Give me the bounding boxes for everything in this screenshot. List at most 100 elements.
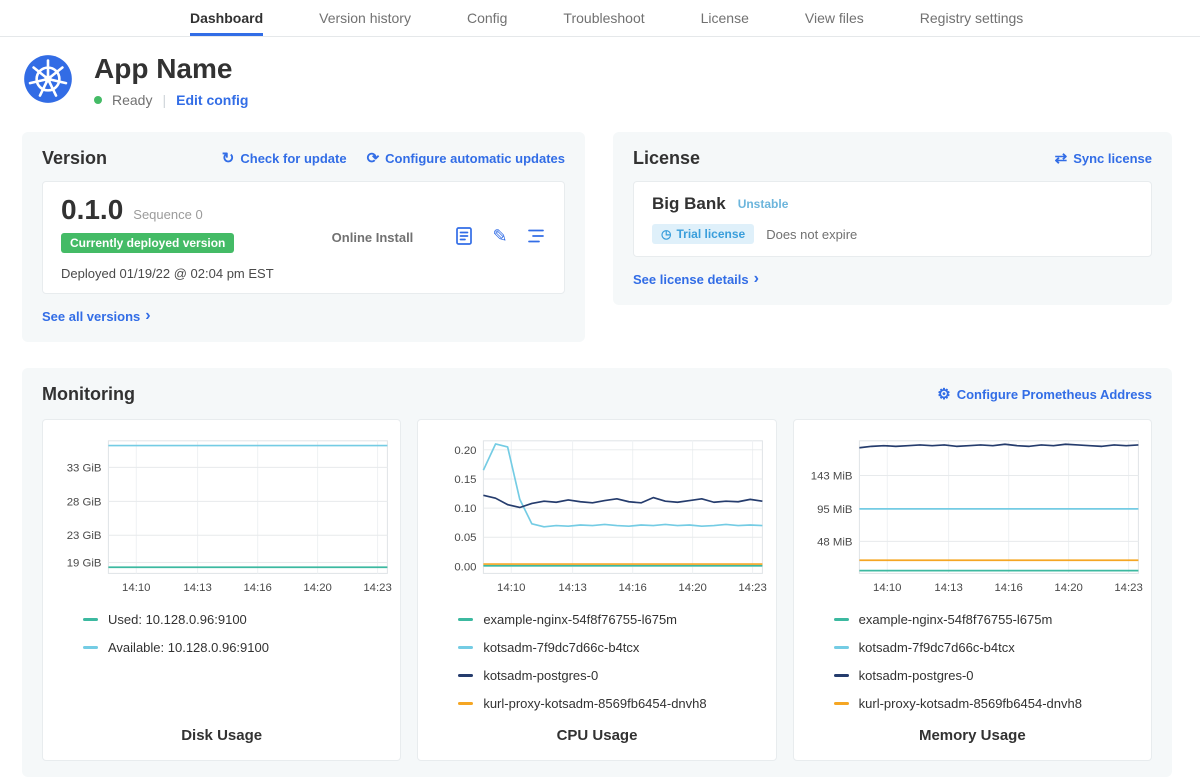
legend-swatch-icon [83,618,98,621]
channel-label: Unstable [738,197,789,211]
install-type-label: Online Install [332,230,414,245]
legend-label: example-nginx-54f8f76755-l675m [483,612,677,627]
summary-cards-row: Version ↻ Check for update ⟳ Configure a… [22,132,1172,342]
legend-label: kotsadm-postgres-0 [483,668,598,683]
legend-item: kotsadm-postgres-0 [834,668,1143,683]
sync-license-link[interactable]: ⇄ Sync license [1055,151,1152,166]
clock-icon: ◷ [661,227,671,241]
svg-text:14:13: 14:13 [559,582,587,594]
svg-text:0.00: 0.00 [455,561,477,573]
license-card: License ⇄ Sync license Big Bank Unstable… [613,132,1172,305]
kubernetes-logo-icon [22,53,74,105]
check-for-update-link[interactable]: ↻ Check for update [222,151,347,166]
legend-item: kotsadm-7f9dc7d66c-b4tcx [458,640,767,655]
svg-text:28 GiB: 28 GiB [67,496,102,508]
release-notes-icon[interactable] [454,226,474,246]
app-header: App Name Ready | Edit config [22,53,1200,108]
tab-dashboard[interactable]: Dashboard [190,0,263,36]
see-all-versions-link[interactable]: See all versions › [42,308,151,324]
legend-swatch-icon [834,618,849,621]
sequence-label: Sequence 0 [133,207,202,222]
legend-label: example-nginx-54f8f76755-l675m [859,612,1053,627]
svg-text:14:16: 14:16 [994,582,1022,594]
legend-item: kurl-proxy-kotsadm-8569fb6454-dnvh8 [834,696,1143,711]
app-status-text: Ready [112,92,152,108]
svg-text:14:13: 14:13 [183,582,211,594]
legend-item: kotsadm-7f9dc7d66c-b4tcx [834,640,1143,655]
tab-license[interactable]: License [701,0,749,36]
license-card-title: License [633,148,700,169]
divider: | [162,92,166,108]
legend-item: kotsadm-postgres-0 [458,668,767,683]
svg-text:14:16: 14:16 [243,582,271,594]
legend-label: Used: 10.128.0.96:9100 [108,612,247,627]
app-name-title: App Name [94,53,248,85]
memory-usage-plot: 14:1014:1314:1614:2014:2348 MiB95 MiB143… [802,432,1143,600]
refresh-icon: ↻ [222,151,235,166]
legend-swatch-icon [458,702,473,705]
tab-registry-settings[interactable]: Registry settings [920,0,1023,36]
legend-swatch-icon [458,618,473,621]
svg-text:14:23: 14:23 [363,582,391,594]
svg-text:14:23: 14:23 [1114,582,1142,594]
legend-item: example-nginx-54f8f76755-l675m [834,612,1143,627]
gear-icon: ⚙ [937,387,950,402]
tab-config[interactable]: Config [467,0,507,36]
chart-title: Memory Usage [802,727,1143,746]
edit-config-link[interactable]: Edit config [176,92,248,108]
legend-label: kurl-proxy-kotsadm-8569fb6454-dnvh8 [859,696,1082,711]
legend-swatch-icon [834,674,849,677]
chart-memory-usage: 14:1014:1314:1614:2014:2348 MiB95 MiB143… [793,419,1152,761]
tab-view-files[interactable]: View files [805,0,864,36]
sync-license-label: Sync license [1073,151,1152,166]
license-detail-box: Big Bank Unstable ◷ Trial license Does n… [633,181,1152,257]
edit-patch-icon[interactable]: ✎ [490,226,510,246]
legend-item: Used: 10.128.0.96:9100 [83,612,392,627]
chart-title: Disk Usage [51,727,392,746]
chart-disk-usage: 14:1014:1314:1614:2014:2319 GiB23 GiB28 … [42,419,401,761]
legend-item: example-nginx-54f8f76755-l675m [458,612,767,627]
svg-text:14:13: 14:13 [934,582,962,594]
configure-prometheus-label: Configure Prometheus Address [957,387,1152,402]
tab-troubleshoot[interactable]: Troubleshoot [563,0,644,36]
svg-text:95 MiB: 95 MiB [817,504,852,516]
configure-prometheus-link[interactable]: ⚙ Configure Prometheus Address [937,387,1152,402]
svg-text:14:10: 14:10 [122,582,150,594]
check-for-update-label: Check for update [240,151,346,166]
trial-license-badge: ◷ Trial license [652,224,754,244]
svg-text:23 GiB: 23 GiB [67,530,102,542]
legend-swatch-icon [834,646,849,649]
charts-row: 14:1014:1314:1614:2014:2319 GiB23 GiB28 … [42,419,1152,761]
chevron-right-icon: › [145,308,150,324]
svg-text:14:20: 14:20 [303,582,331,594]
legend-swatch-icon [458,646,473,649]
configure-automatic-updates-link[interactable]: ⟳ Configure automatic updates [367,151,565,166]
deployed-timestamp: Deployed 01/19/22 @ 02:04 pm EST [61,266,274,281]
disk-usage-plot: 14:1014:1314:1614:2014:2319 GiB23 GiB28 … [51,432,392,600]
license-expiration-text: Does not expire [766,227,857,242]
svg-text:0.10: 0.10 [455,503,477,515]
app-header-text: App Name Ready | Edit config [94,53,248,108]
see-license-details-label: See license details [633,272,749,287]
chevron-right-icon: › [754,271,759,287]
legend-swatch-icon [834,702,849,705]
svg-text:143 MiB: 143 MiB [810,470,852,482]
chart-cpu-usage: 14:1014:1314:1614:2014:230.000.050.100.1… [417,419,776,761]
svg-text:14:20: 14:20 [679,582,707,594]
see-license-details-link[interactable]: See license details › [633,271,759,287]
svg-text:14:10: 14:10 [497,582,525,594]
configure-automatic-updates-label: Configure automatic updates [385,151,565,166]
legend-swatch-icon [458,674,473,677]
diff-icon[interactable] [526,226,546,246]
auto-update-icon: ⟳ [367,151,380,166]
svg-text:48 MiB: 48 MiB [817,536,852,548]
chart-legend: example-nginx-54f8f76755-l675m kotsadm-7f… [802,612,1143,724]
chart-legend: example-nginx-54f8f76755-l675m kotsadm-7f… [426,612,767,724]
legend-label: kotsadm-7f9dc7d66c-b4tcx [859,640,1015,655]
tab-version-history[interactable]: Version history [319,0,411,36]
legend-item: Available: 10.128.0.96:9100 [83,640,392,655]
monitoring-title: Monitoring [42,384,135,405]
svg-text:33 GiB: 33 GiB [67,462,102,474]
monitoring-card: Monitoring ⚙ Configure Prometheus Addres… [22,368,1172,777]
version-card: Version ↻ Check for update ⟳ Configure a… [22,132,585,342]
